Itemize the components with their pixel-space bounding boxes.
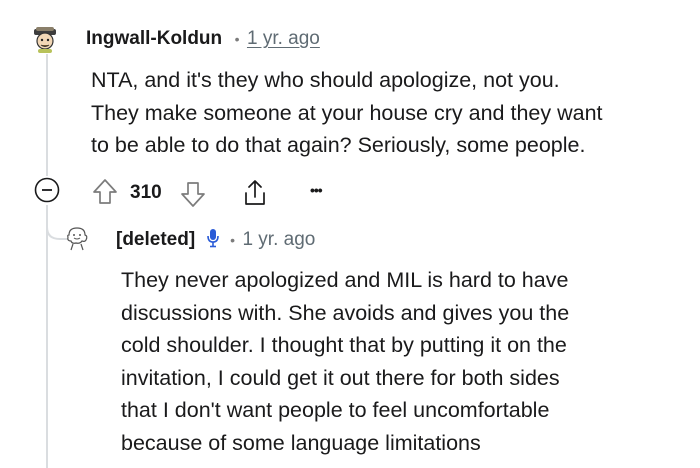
- comment-timestamp[interactable]: 1 yr. ago: [242, 229, 315, 250]
- arrow-up-icon[interactable]: [92, 178, 118, 206]
- meta-separator: •: [230, 232, 235, 248]
- microphone-icon: [206, 229, 219, 248]
- share-icon[interactable]: [240, 178, 270, 208]
- comment-body: NTA, and it's they who should apologize,…: [91, 68, 603, 157]
- comment-author: [deleted]: [116, 229, 196, 250]
- thread-line-main: [46, 54, 48, 176]
- arrow-down-icon[interactable]: [180, 180, 206, 208]
- vote-score: 310: [130, 182, 162, 203]
- more-options-button[interactable]: •••: [310, 182, 323, 198]
- minus-circle-icon[interactable]: [34, 177, 60, 203]
- comment-timestamp[interactable]: 1 yr. ago: [247, 28, 320, 49]
- comment-author[interactable]: Ingwall-Koldun: [86, 28, 222, 49]
- thread-line-lower: [46, 206, 48, 468]
- deleted-user-avatar-icon: [67, 227, 88, 251]
- comment-body: They never apologized and MIL is hard to…: [121, 268, 570, 455]
- meta-separator: •: [234, 31, 240, 47]
- user-avatar-icon[interactable]: [30, 24, 60, 54]
